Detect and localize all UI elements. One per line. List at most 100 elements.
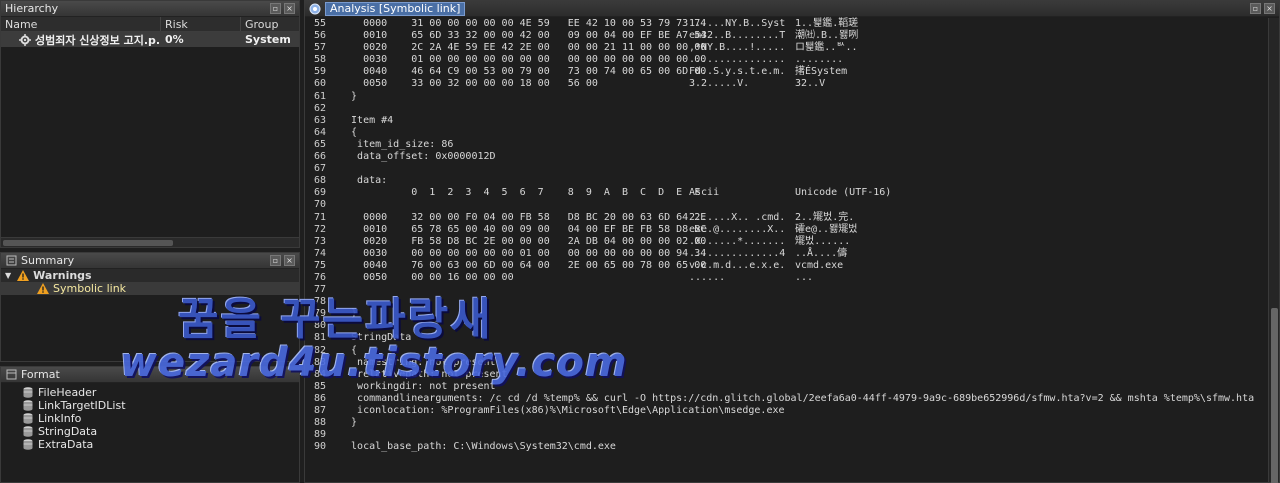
line-text: item_id_size: 86 <box>339 138 454 150</box>
line-text: 0020 FB 58 D8 BC 2E 00 00 00 2A DB 04 00… <box>339 235 707 247</box>
hierarchy-titlebar: Hierarchy ▫ × <box>1 1 299 17</box>
ascii-column: exe.@........X.. <box>689 223 786 235</box>
unicode-column: 擆ÉSystem <box>795 66 848 78</box>
summary-title: Summary <box>21 254 75 267</box>
line-number: 69 <box>314 187 327 199</box>
line-number: 65 <box>314 138 327 150</box>
code-line: 67 <box>305 163 1267 175</box>
code-line: 90 local_base_path: C:\Windows\System32\… <box>305 441 1267 453</box>
line-number: 56 <box>314 30 327 42</box>
line-number: 72 <box>314 223 327 235</box>
unicode-column: ..Å....儔 <box>795 247 848 259</box>
column-group[interactable]: Group <box>241 17 299 31</box>
vertical-scrollbar[interactable] <box>1268 18 1279 483</box>
code-line: 70 <box>305 199 1267 211</box>
code-line: 88 } <box>305 417 1267 429</box>
code-line: 65 item_id_size: 86 <box>305 139 1267 151</box>
format-item-linkinfo[interactable]: LinkInfo <box>1 412 299 425</box>
line-number: 57 <box>314 42 327 54</box>
format-item-stringdata[interactable]: StringData <box>1 425 299 438</box>
float-icon[interactable]: ▫ <box>1250 3 1261 14</box>
database-icon <box>23 439 33 450</box>
line-number: 86 <box>314 392 327 404</box>
analysis-icon <box>309 3 321 15</box>
analysis-panel: Analysis [Symbolic link] ▫ × 55 0000 31 … <box>304 0 1280 483</box>
code-line: 60 0050 33 00 32 00 00 00 18 00 56 00 3.2… <box>305 78 1267 90</box>
analysis-code-view[interactable]: 55 0000 31 00 00 00 00 00 4E 59 EE 42 10… <box>305 18 1267 482</box>
code-line: 75 0040 76 00 63 00 6D 00 64 00 2E 00 65… <box>305 260 1267 272</box>
line-text: 0050 33 00 32 00 00 00 18 00 56 00 <box>339 78 598 90</box>
ascii-column: v.c.m.d...e.x.e. <box>689 259 786 271</box>
close-icon[interactable]: × <box>284 255 295 266</box>
database-icon <box>23 387 33 398</box>
line-text: 0020 2C 2A 4E 59 EE 42 2E 00 00 00 21 11… <box>339 42 707 54</box>
line-number: 64 <box>314 126 327 138</box>
line-number: 55 <box>314 18 327 29</box>
format-item-linktargetidlist[interactable]: LinkTargetIDList <box>1 399 299 412</box>
line-number: 60 <box>314 78 327 90</box>
line-text: 0040 46 64 C9 00 53 00 79 00 73 00 74 00… <box>339 66 707 78</box>
line-number: 59 <box>314 66 327 78</box>
line-number: 68 <box>314 175 327 187</box>
ascii-column: 3.2.....V. <box>689 78 750 90</box>
ascii-column: ,*NY.B....!..... <box>689 42 786 54</box>
code-line: 72 0010 65 78 65 00 40 00 09 00 04 00 EF… <box>305 224 1267 236</box>
ascii-column: em32..B........T <box>689 30 786 42</box>
ascii-column: ...............4 <box>689 247 786 259</box>
line-number: 61 <box>314 90 327 102</box>
symbolic-link-label: Symbolic link <box>53 282 127 295</box>
horizontal-scrollbar[interactable] <box>1 237 299 247</box>
analysis-tab[interactable]: Analysis [Symbolic link] <box>325 1 466 16</box>
line-number: 70 <box>314 199 327 211</box>
column-name[interactable]: Name <box>1 17 161 31</box>
ascii-column: .X......*....... <box>689 235 786 247</box>
analysis-titlebar: Analysis [Symbolic link] ▫ × <box>305 1 1279 17</box>
database-icon <box>23 426 33 437</box>
float-icon[interactable]: ▫ <box>270 3 281 14</box>
line-number: 63 <box>314 114 327 126</box>
line-text: Item #4 <box>339 114 394 126</box>
line-number: 58 <box>314 54 327 66</box>
warnings-node[interactable]: ▼ Warnings <box>1 269 299 282</box>
code-line: 64 { <box>305 127 1267 139</box>
summary-icon <box>5 255 17 267</box>
code-line: 62 <box>305 103 1267 115</box>
format-item-label: LinkTargetIDList <box>38 399 126 412</box>
unicode-column: 矲벘...... <box>795 235 851 247</box>
hierarchy-column-header: Name Risk Group <box>1 17 299 32</box>
gear-icon <box>19 33 31 46</box>
risk-value: 0% <box>165 33 184 46</box>
unicode-column: 32..V <box>795 78 826 90</box>
format-item-label: ExtraData <box>38 438 94 451</box>
format-item-fileheader[interactable]: FileHeader <box>1 386 299 399</box>
line-text: 0 1 2 3 4 5 6 7 8 9 A B C D E F <box>339 187 701 199</box>
line-text: data: <box>339 175 388 187</box>
ascii-column: Fd..S.y.s.t.e.m. <box>689 66 786 78</box>
close-icon[interactable]: × <box>284 3 295 14</box>
line-number: 74 <box>314 247 327 259</box>
ascii-column: ...... <box>689 271 726 283</box>
line-text: local_base_path: C:\Windows\System32\cmd… <box>339 441 616 453</box>
column-risk[interactable]: Risk <box>161 17 241 31</box>
close-icon[interactable]: × <box>1264 3 1275 14</box>
format-item-extradata[interactable]: ExtraData <box>1 438 299 451</box>
unicode-column: 礭e@..뫯矲벘 <box>795 223 858 235</box>
hierarchy-row[interactable]: 성범죄자 신상정보 고지.p... 0% System <box>1 32 299 47</box>
unicode-column: 潮㈳.B..뫯咧 <box>795 30 859 42</box>
line-text: 0030 00 00 00 00 00 00 01 00 00 00 00 00… <box>339 247 707 259</box>
line-text: data_offset: 0x0000012D <box>339 151 496 163</box>
code-line: 58 0030 01 00 00 00 00 00 00 00 00 00 00… <box>305 54 1267 66</box>
unicode-column: ... <box>795 271 814 283</box>
chevron-down-icon[interactable]: ▼ <box>5 271 11 280</box>
hierarchy-title: Hierarchy <box>5 2 59 15</box>
code-line: 87 iconlocation: %ProgramFiles(x86)%\Mic… <box>305 405 1267 417</box>
warning-icon <box>17 270 30 281</box>
warnings-label: Warnings <box>33 269 92 282</box>
file-name: 성범죄자 신상정보 고지.p... <box>35 33 161 47</box>
float-icon[interactable]: ▫ <box>270 255 281 266</box>
code-line: 59 0040 46 64 C9 00 53 00 79 00 73 00 74… <box>305 66 1267 78</box>
format-item-label: LinkInfo <box>38 412 82 425</box>
format-title: Format <box>21 368 60 381</box>
line-text: } <box>339 417 358 429</box>
hierarchy-panel: Hierarchy ▫ × Name Risk Group 성범죄자 신상정보 … <box>0 0 300 248</box>
